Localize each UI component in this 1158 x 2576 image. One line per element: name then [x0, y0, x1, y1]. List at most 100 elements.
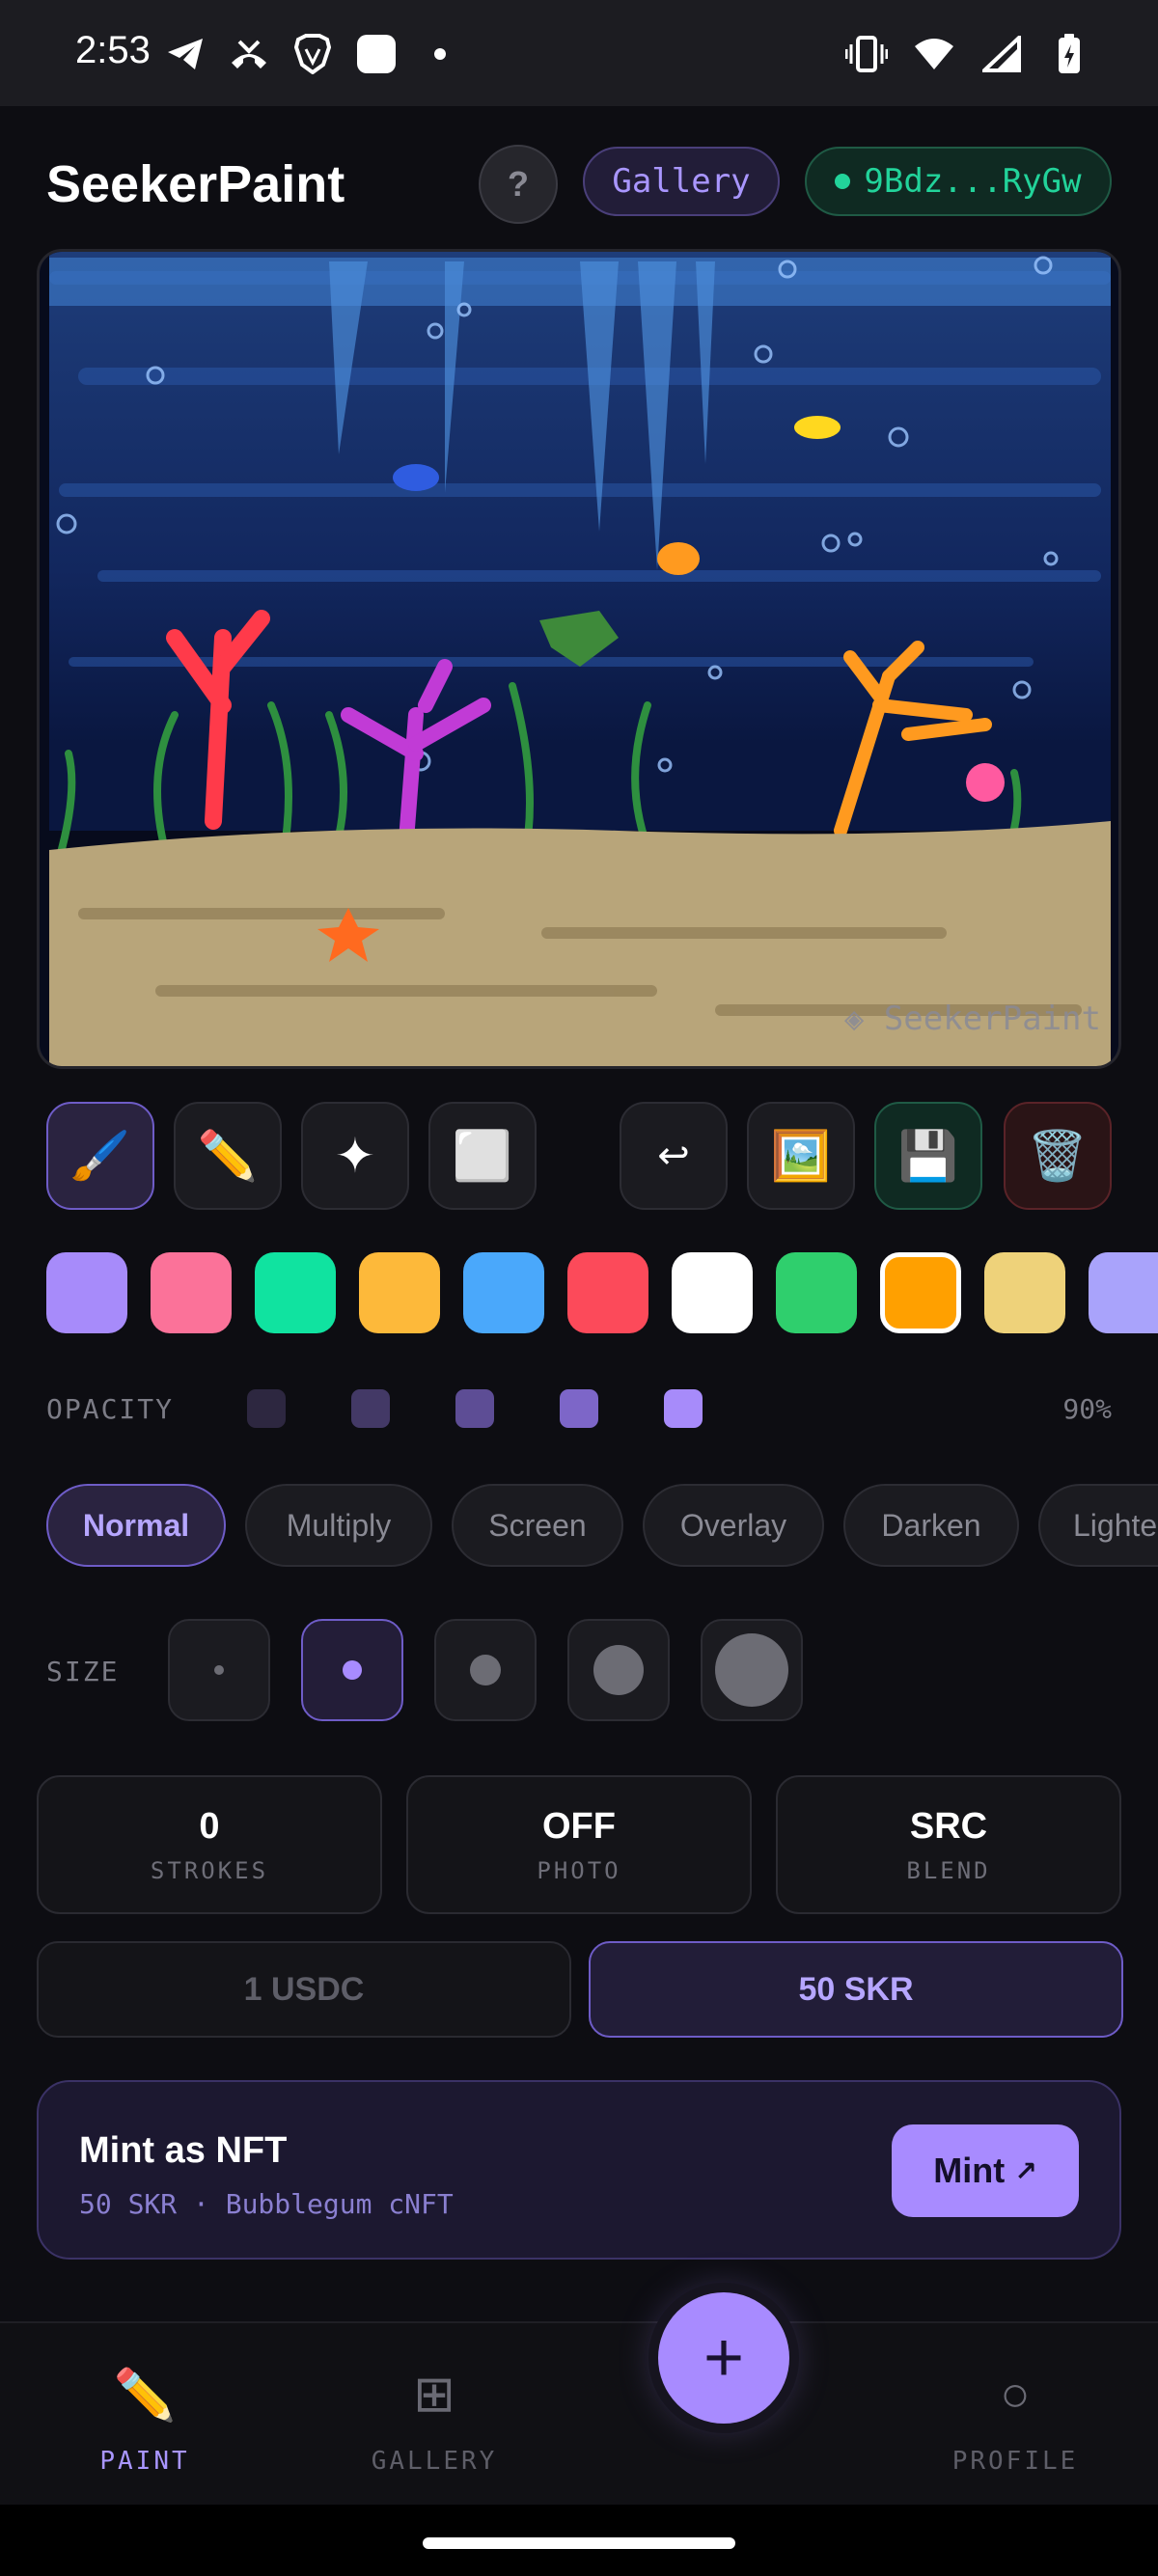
size-dot-icon: [593, 1645, 644, 1695]
currency-skr-button[interactable]: 50 SKR: [589, 1941, 1123, 2038]
size-dot-icon: [715, 1633, 788, 1707]
help-button[interactable]: ?: [479, 145, 558, 224]
photo-button[interactable]: 🖼️: [747, 1102, 855, 1210]
color-swatch[interactable]: [567, 1252, 648, 1333]
plus-icon: +: [703, 2319, 745, 2397]
wifi-icon: [913, 33, 955, 75]
color-swatch[interactable]: [776, 1252, 857, 1333]
pencil-icon: ✏️: [113, 2367, 177, 2424]
telegram-icon: [164, 33, 207, 75]
size-option-4[interactable]: [567, 1619, 670, 1721]
trash-icon: 🗑️: [1027, 1128, 1089, 1183]
opacity-level[interactable]: [247, 1389, 286, 1428]
status-bar: 2:53: [0, 0, 1158, 106]
color-swatch[interactable]: [880, 1252, 961, 1333]
opacity-level[interactable]: [351, 1389, 390, 1428]
blend-mode-normal[interactable]: Normal: [46, 1484, 226, 1567]
eraser-icon: ⬜: [452, 1128, 513, 1183]
opacity-value: 90%: [1062, 1393, 1112, 1425]
brush-icon: 🖌️: [69, 1128, 131, 1183]
nav-item-gallery[interactable]: ⊞ GALLERY: [338, 2362, 531, 2476]
stat-blend: SRC BLEND: [776, 1775, 1121, 1914]
size-option-3[interactable]: [434, 1619, 537, 1721]
color-swatch[interactable]: [151, 1252, 232, 1333]
missed-call-icon: [228, 33, 270, 75]
clear-canvas-button[interactable]: 🗑️: [1004, 1102, 1112, 1210]
color-swatch[interactable]: [984, 1252, 1065, 1333]
size-option-2[interactable]: [301, 1619, 403, 1721]
stat-value: OFF: [542, 1805, 616, 1847]
bottom-nav: ✏️ PAINT ⊞ GALLERY ○ PROFILE: [0, 2321, 1158, 2505]
photo-icon: 🖼️: [770, 1128, 832, 1183]
nav-item-profile[interactable]: ○ PROFILE: [919, 2362, 1112, 2476]
undo-button[interactable]: ↩: [620, 1102, 728, 1210]
blend-mode-lighten[interactable]: Lighten: [1038, 1484, 1158, 1567]
wallet-status-dot: [835, 174, 851, 189]
opacity-label: OPACITY: [46, 1393, 175, 1425]
brush-tool-button[interactable]: 🖌️: [46, 1102, 154, 1210]
currency-usdc-button[interactable]: 1 USDC: [37, 1941, 571, 2038]
stat-strokes: 0 STROKES: [37, 1775, 382, 1914]
color-swatch[interactable]: [672, 1252, 753, 1333]
canvas-artwork: ◈ SeekerPaint: [40, 252, 1118, 1066]
blend-mode-screen[interactable]: Screen: [452, 1484, 623, 1567]
blend-mode-overlay[interactable]: Overlay: [643, 1484, 824, 1567]
app-square-icon: [355, 33, 398, 75]
stat-value: 0: [199, 1805, 220, 1847]
stat-label: BLEND: [906, 1856, 991, 1884]
color-swatch[interactable]: [255, 1252, 336, 1333]
sparkle-tool-button[interactable]: ✦: [301, 1102, 409, 1210]
status-right-icons: [845, 27, 1090, 81]
wallet-button[interactable]: 9Bdz...RyGw: [805, 147, 1112, 216]
paint-canvas[interactable]: ◈ SeekerPaint: [37, 249, 1121, 1069]
status-time: 2:53: [75, 29, 151, 71]
stat-value: SRC: [909, 1805, 988, 1847]
color-swatch[interactable]: [463, 1252, 544, 1333]
eraser-tool-button[interactable]: ⬜: [428, 1102, 537, 1210]
status-left-icons: [164, 27, 461, 81]
mint-title: Mint as NFT: [79, 2130, 288, 2171]
pencil-icon: ✏️: [197, 1128, 259, 1183]
blend-mode-darken[interactable]: Darken: [843, 1484, 1019, 1567]
dot-icon: [419, 33, 461, 75]
sparkle-icon: ✦: [335, 1129, 375, 1183]
pencil-tool-button[interactable]: ✏️: [174, 1102, 282, 1210]
home-indicator[interactable]: [423, 2537, 735, 2549]
mint-subtitle: 50 SKR · Bubblegum cNFT: [79, 2188, 454, 2220]
blend-mode-multiply[interactable]: Multiply: [245, 1484, 432, 1567]
save-button[interactable]: 💾: [874, 1102, 982, 1210]
battery-charging-icon: [1048, 33, 1090, 75]
opacity-level[interactable]: [560, 1389, 598, 1428]
size-dot-icon: [343, 1660, 362, 1680]
size-dot-icon: [214, 1665, 224, 1675]
arrow-up-right-icon: ↗: [1014, 2155, 1037, 2186]
brave-icon: [291, 33, 334, 75]
wallet-address: 9Bdz...RyGw: [864, 162, 1082, 201]
color-swatch[interactable]: [359, 1252, 440, 1333]
stat-label: PHOTO: [537, 1856, 621, 1884]
stat-label: STROKES: [150, 1856, 269, 1884]
size-option-5[interactable]: [701, 1619, 803, 1721]
app-title: SeekerPaint: [46, 155, 345, 213]
profile-icon: ○: [1000, 2367, 1031, 2423]
stat-photo: OFF PHOTO: [406, 1775, 752, 1914]
size-label: SIZE: [46, 1656, 120, 1687]
color-swatch[interactable]: [46, 1252, 127, 1333]
vibrate-icon: [845, 33, 888, 75]
gallery-button[interactable]: Gallery: [583, 147, 780, 216]
grid-icon: ⊞: [413, 2367, 455, 2423]
new-canvas-fab[interactable]: +: [658, 2292, 789, 2424]
mint-button-label: Mint: [933, 2151, 1006, 2190]
nav-label: PAINT: [99, 2447, 190, 2476]
opacity-level[interactable]: [455, 1389, 494, 1428]
signal-icon: [980, 33, 1023, 75]
save-icon: 💾: [897, 1128, 959, 1183]
mint-button[interactable]: Mint ↗: [892, 2124, 1079, 2217]
size-option-1[interactable]: [168, 1619, 270, 1721]
nav-item-paint[interactable]: ✏️ PAINT: [48, 2362, 241, 2477]
nav-label: GALLERY: [371, 2447, 498, 2476]
nav-label: PROFILE: [951, 2447, 1079, 2476]
size-dot-icon: [470, 1655, 501, 1685]
color-swatch[interactable]: [1089, 1252, 1158, 1333]
opacity-level[interactable]: [664, 1389, 703, 1428]
